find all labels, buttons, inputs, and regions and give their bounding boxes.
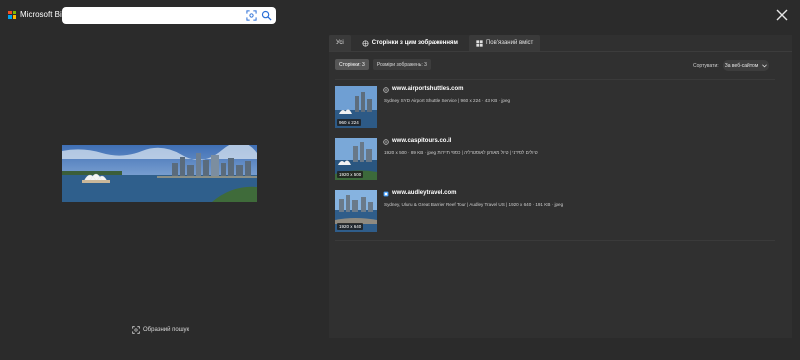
pages-count-chip[interactable]: Сторінки: 3 (335, 59, 369, 70)
tab-related-label: Пов'язаний вміст (485, 40, 534, 46)
image-sizes-chip[interactable]: Розміри зображень: 3 (372, 59, 431, 70)
list-item[interactable]: 1920 x 500 www.caspitours.co.il 1920 x 5… (335, 138, 775, 182)
result-description: Sydney, Uluru & Great Barrier Reef Tour … (384, 202, 564, 207)
search-input[interactable] (62, 7, 276, 24)
sort-dropdown[interactable]: За веб-сайтом (723, 60, 769, 71)
tab-all[interactable]: Усі (329, 35, 351, 51)
grid-icon (476, 39, 483, 47)
result-thumbnail[interactable]: 960 x 224 (335, 86, 377, 128)
close-icon[interactable] (775, 8, 789, 22)
top-bar: Microsoft Bing (0, 0, 800, 30)
visual-search-icon[interactable] (246, 10, 257, 21)
result-description: 1920 x 500 · 89 KB · jpeg טיולים לסידני … (384, 150, 538, 155)
tab-all-label: Усі (336, 40, 344, 46)
tab-divider (329, 51, 792, 52)
results-pane: Усі Сторінки з цим зображенням Пов'язани… (329, 35, 792, 338)
tab-pages-label: Сторінки з цим зображенням (371, 40, 458, 46)
visual-search-icon (132, 326, 140, 334)
result-thumbnail[interactable]: 1920 x 500 (335, 138, 377, 180)
results-end-divider (335, 240, 775, 241)
microsoft-logo-icon (8, 10, 16, 19)
visual-search-button[interactable]: Образний пошук (132, 326, 189, 334)
sort-label: Сортувати: (693, 63, 719, 69)
tab-related-content[interactable]: Пов'язаний вміст (468, 35, 541, 51)
globe-search-icon (362, 40, 369, 46)
results-divider (335, 79, 775, 80)
result-description: Sydney SYD Airport Shuttle Service | 960… (384, 98, 511, 103)
image-dimensions: 1920 x 640 (337, 223, 364, 230)
result-site[interactable]: www.audleytravel.com (392, 190, 456, 196)
result-thumbnail[interactable]: 1920 x 640 (335, 190, 377, 232)
filter-chips: Сторінки: 3 Розміри зображень: 3 (335, 59, 431, 70)
tab-pages-with-image[interactable]: Сторінки з цим зображенням (354, 35, 465, 51)
tab-bar: Усі Сторінки з цим зображенням Пов'язани… (329, 35, 541, 52)
globe-icon (383, 139, 389, 145)
sydney-harbour-panorama (62, 145, 257, 202)
result-site[interactable]: www.airportshuttles.com (392, 86, 463, 92)
image-dimensions: 1920 x 500 (337, 171, 364, 178)
preview-image[interactable] (62, 145, 257, 202)
globe-icon (383, 87, 389, 93)
chevron-down-icon (762, 63, 768, 67)
list-item[interactable]: 1920 x 640 www.audleytravel.com Sydney, … (335, 190, 775, 234)
image-dimensions: 960 x 224 (337, 119, 361, 126)
site-square-icon (383, 191, 389, 197)
result-site[interactable]: www.caspitours.co.il (392, 138, 451, 144)
visual-search-label: Образний пошук (143, 327, 190, 333)
image-preview-pane: Образний пошук (0, 30, 322, 344)
sort-value: За веб-сайтом (724, 62, 759, 69)
search-icon[interactable] (261, 10, 272, 21)
list-item[interactable]: 960 x 224 www.airportshuttles.com Sydney… (335, 86, 775, 130)
